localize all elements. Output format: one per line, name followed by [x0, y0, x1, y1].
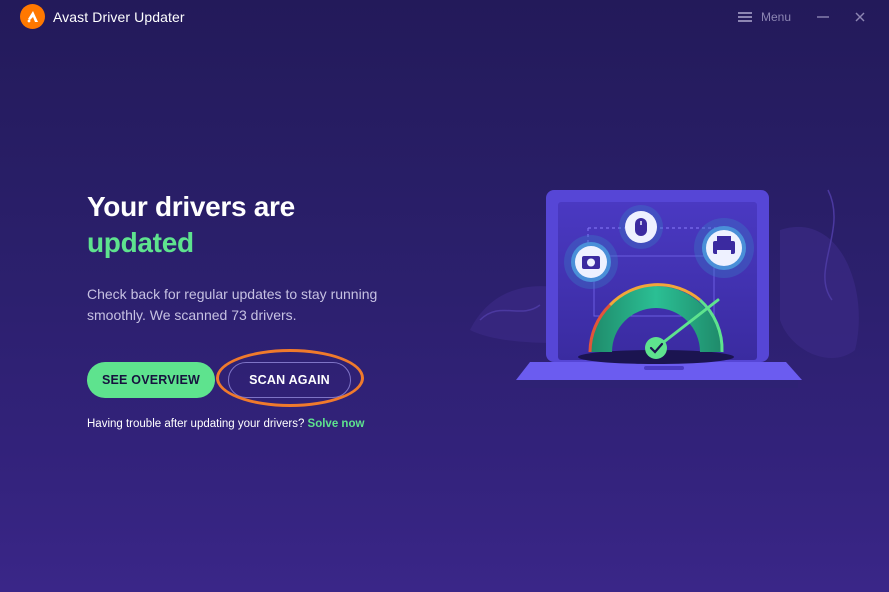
help-text: Having trouble after updating your drive… — [87, 418, 364, 430]
menu-label: Menu — [761, 10, 792, 24]
close-button[interactable] — [851, 8, 869, 26]
printer-icon — [694, 218, 754, 278]
avast-logo-icon — [20, 4, 45, 29]
scan-again-button[interactable]: SCAN AGAIN — [228, 362, 351, 398]
description-text: Check back for regular updates to stay r… — [87, 286, 378, 323]
headline-line1: Your drivers are — [87, 191, 295, 222]
minimize-button[interactable] — [814, 8, 832, 26]
camera-icon — [564, 235, 618, 289]
title-bar: Avast Driver Updater Menu — [0, 0, 889, 34]
laptop-base — [516, 362, 802, 380]
see-overview-button[interactable]: SEE OVERVIEW — [87, 362, 215, 398]
app-title: Avast Driver Updater — [53, 9, 185, 25]
headline-status: updated — [87, 227, 194, 258]
check-icon — [645, 337, 667, 359]
laptop-illustration — [470, 189, 859, 388]
menu-button[interactable]: Menu — [738, 8, 791, 26]
close-icon — [855, 12, 865, 22]
minimize-icon — [817, 16, 829, 18]
mouse-icon — [619, 205, 663, 249]
menu-icon — [738, 12, 752, 22]
page-title: Your drivers are updated — [87, 189, 295, 261]
help-question: Having trouble after updating your drive… — [87, 418, 305, 430]
solve-now-link[interactable]: Solve now — [308, 418, 365, 430]
